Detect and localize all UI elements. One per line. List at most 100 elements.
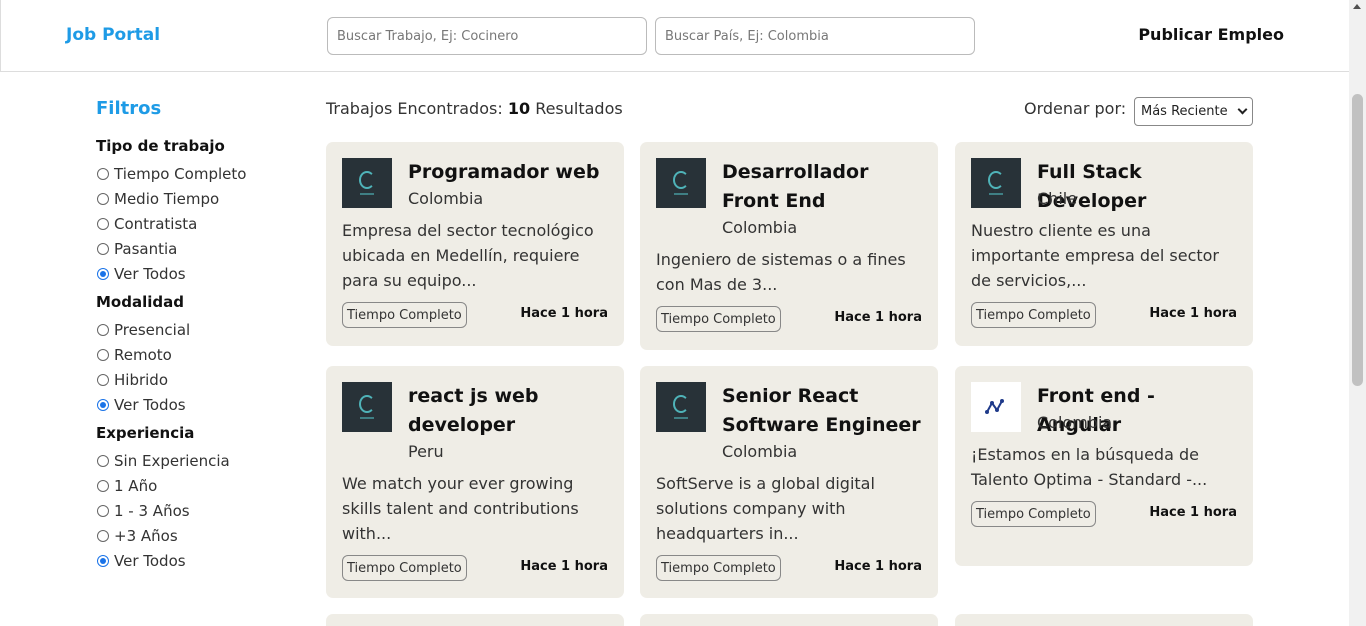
- job-posted-time: Hace 1 hora: [1149, 306, 1237, 321]
- company-logo-icon: [971, 382, 1021, 432]
- results-count: Trabajos Encontrados: 10 Resultados: [326, 99, 623, 118]
- filter-option[interactable]: Medio Tiempo: [96, 186, 296, 211]
- job-type-badge: Tiempo Completo: [971, 501, 1096, 527]
- radio-button[interactable]: [97, 554, 109, 567]
- publish-job-button[interactable]: Publicar Empleo: [1138, 25, 1284, 44]
- filter-option-label: Presencial: [114, 320, 191, 339]
- filter-option-label: Contratista: [114, 214, 198, 233]
- chevron-down-icon: [1237, 104, 1248, 115]
- job-posted-time: Hace 1 hora: [520, 559, 608, 574]
- filter-option-label: Hibrido: [114, 370, 169, 389]
- filter-group-title: Modalidad: [96, 293, 184, 311]
- job-card[interactable]: [326, 614, 624, 626]
- company-logo-icon: [656, 158, 706, 208]
- radio-button[interactable]: [97, 504, 109, 517]
- radio-button[interactable]: [97, 167, 109, 180]
- logo[interactable]: Job Portal: [66, 25, 160, 45]
- filter-option[interactable]: Tiempo Completo: [96, 161, 296, 186]
- filter-option[interactable]: Pasantia: [96, 236, 296, 261]
- job-card[interactable]: Front end - Angular Colombia ¡Estamos en l…: [955, 366, 1253, 566]
- filter-option-label: Medio Tiempo: [114, 189, 220, 208]
- radio-button[interactable]: [97, 348, 109, 361]
- job-type-badge: Tiempo Completo: [656, 555, 781, 581]
- radio-button[interactable]: [97, 479, 109, 492]
- filters-title: Filtros: [96, 98, 162, 119]
- job-country: Chile: [1037, 189, 1078, 208]
- job-title[interactable]: Desarrollador Front End: [722, 158, 927, 216]
- results-label: Trabajos Encontrados:: [326, 99, 503, 118]
- filter-option-label: Ver Todos: [114, 551, 186, 570]
- job-country: Colombia: [1037, 413, 1113, 432]
- job-title[interactable]: react js web developer: [408, 382, 613, 440]
- job-country: Colombia: [722, 442, 798, 461]
- radio-button[interactable]: [97, 398, 109, 411]
- job-card[interactable]: Senior React Software Engineer Colombia So…: [640, 366, 938, 598]
- job-card[interactable]: Full Stack Developer Chile Nuestro cliente…: [955, 142, 1253, 346]
- job-type-badge: Tiempo Completo: [656, 306, 781, 332]
- job-type-badge: Tiempo Completo: [971, 302, 1096, 328]
- radio-button[interactable]: [97, 323, 109, 336]
- radio-button[interactable]: [97, 373, 109, 386]
- filter-option[interactable]: +3 Años: [96, 523, 296, 548]
- job-description: Ingeniero de sistemas o a fines con Mas …: [656, 250, 906, 294]
- job-country: Peru: [408, 442, 444, 461]
- radio-button[interactable]: [97, 529, 109, 542]
- search-country-input[interactable]: [655, 17, 975, 55]
- filter-group: Modalidad Presencial Remoto Hibrido Ver Todo…: [96, 293, 296, 417]
- filter-option[interactable]: Sin Experiencia: [96, 448, 296, 473]
- filter-option-label: 1 - 3 Años: [114, 501, 190, 520]
- filter-option-label: +3 Años: [114, 526, 178, 545]
- radio-button[interactable]: [97, 242, 109, 255]
- filter-option[interactable]: Contratista: [96, 211, 296, 236]
- filter-option-label: Remoto: [114, 345, 172, 364]
- radio-button[interactable]: [97, 267, 109, 280]
- filter-option-label: Ver Todos: [114, 395, 186, 414]
- job-country: Colombia: [408, 189, 484, 208]
- header: Job Portal Publicar Empleo: [0, 0, 1349, 72]
- scroll-thumb[interactable]: [1352, 94, 1363, 386]
- job-card[interactable]: [640, 614, 938, 626]
- search-job-input[interactable]: [327, 17, 647, 55]
- job-country: Colombia: [722, 218, 798, 237]
- sort-select[interactable]: Más Reciente: [1134, 97, 1253, 126]
- company-logo-icon: [656, 382, 706, 432]
- job-description: Nuestro cliente es una importante empres…: [971, 221, 1220, 290]
- filter-option[interactable]: 1 - 3 Años: [96, 498, 296, 523]
- filter-option-label: Pasantia: [114, 239, 178, 258]
- job-card[interactable]: Programador web Colombia Empresa del secto…: [326, 142, 624, 346]
- filter-group: Experiencia Sin Experiencia 1 Año 1 - 3 Año…: [96, 424, 296, 573]
- job-posted-time: Hace 1 hora: [1149, 505, 1237, 520]
- job-title[interactable]: Senior React Software Engineer: [722, 382, 927, 440]
- scroll-up-icon[interactable]: [1353, 4, 1361, 9]
- results-number: 10: [507, 99, 531, 118]
- company-logo-icon: [342, 158, 392, 208]
- job-card[interactable]: Desarrollador Front End Colombia Ingeniero…: [640, 142, 938, 350]
- filter-group-title: Experiencia: [96, 424, 195, 442]
- filters-sidebar: Filtros Tipo de trabajo Tiempo Completo Me…: [96, 98, 296, 580]
- scrollbar[interactable]: [1349, 0, 1366, 626]
- filter-option[interactable]: Remoto: [96, 342, 296, 367]
- job-description: ¡Estamos en la búsqueda de Talento Optim…: [971, 445, 1208, 489]
- filter-option-label: Sin Experiencia: [114, 451, 230, 470]
- sort-value: Más Reciente: [1141, 104, 1228, 119]
- filter-option[interactable]: 1 Año: [96, 473, 296, 498]
- job-title[interactable]: Programador web: [408, 158, 613, 187]
- filter-option[interactable]: Ver Todos: [96, 261, 296, 286]
- company-logo-icon: [971, 158, 1021, 208]
- filter-option[interactable]: Ver Todos: [96, 392, 296, 417]
- company-logo-icon: [342, 382, 392, 432]
- radio-button[interactable]: [97, 192, 109, 205]
- job-card[interactable]: [955, 614, 1253, 626]
- job-posted-time: Hace 1 hora: [834, 559, 922, 574]
- job-card[interactable]: react js web developer Peru We match your …: [326, 366, 624, 598]
- job-description: Empresa del sector tecnológico ubicada e…: [342, 221, 594, 290]
- filter-option[interactable]: Ver Todos: [96, 548, 296, 573]
- job-type-badge: Tiempo Completo: [342, 555, 467, 581]
- job-posted-time: Hace 1 hora: [834, 310, 922, 325]
- filter-option[interactable]: Presencial: [96, 317, 296, 342]
- radio-button[interactable]: [97, 217, 109, 230]
- filter-option[interactable]: Hibrido: [96, 367, 296, 392]
- job-description: SoftServe is a global digital solutions …: [656, 474, 875, 543]
- radio-button[interactable]: [97, 454, 109, 467]
- filter-option-label: 1 Año: [114, 476, 158, 495]
